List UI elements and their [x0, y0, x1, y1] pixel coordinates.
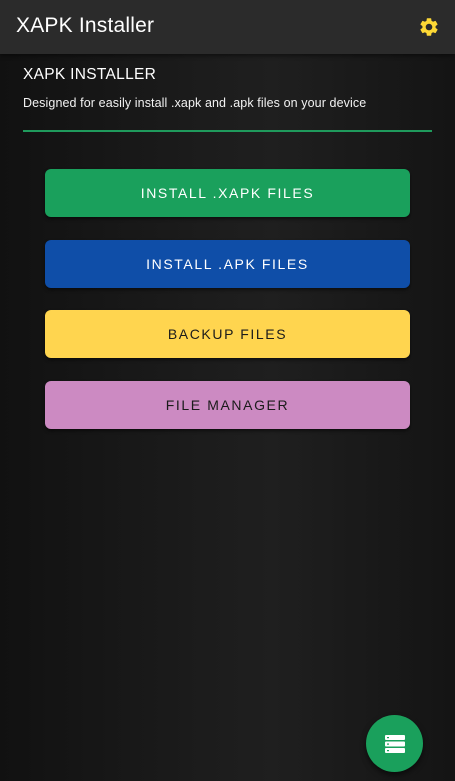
backup-files-button[interactable]: BACKUP FILES [45, 310, 410, 358]
divider [23, 130, 432, 132]
list-icon [384, 734, 405, 753]
install-apk-label: INSTALL .APK FILES [146, 256, 309, 272]
settings-button[interactable] [413, 11, 445, 43]
file-manager-button[interactable]: FILE MANAGER [45, 381, 410, 429]
install-xapk-button[interactable]: INSTALL .XAPK FILES [45, 169, 410, 217]
install-xapk-label: INSTALL .XAPK FILES [140, 185, 315, 201]
file-manager-label: FILE MANAGER [165, 397, 290, 413]
app-bar: XAPK Installer [0, 0, 455, 54]
section-description: Designed for easily install .xapk and .a… [23, 96, 367, 110]
backup-files-label: BACKUP FILES [167, 326, 288, 342]
list-fab-button[interactable] [366, 715, 423, 772]
main-content: XAPK INSTALLER Designed for easily insta… [0, 54, 455, 781]
app-title: XAPK Installer [16, 14, 155, 37]
install-apk-button[interactable]: INSTALL .APK FILES [45, 240, 410, 288]
gear-icon [420, 18, 438, 36]
section-title: XAPK INSTALLER [23, 66, 157, 83]
